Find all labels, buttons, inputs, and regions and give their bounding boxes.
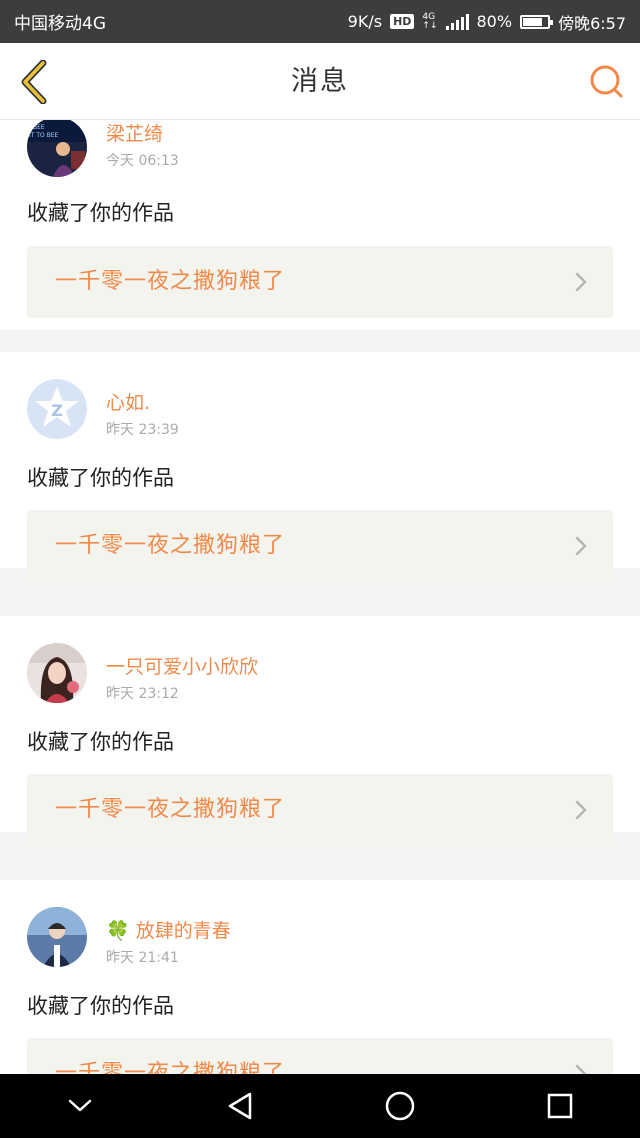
svg-text:IT TO BEE: IT TO BEE	[29, 132, 59, 139]
action-text: 收藏了你的作品	[27, 994, 174, 1018]
home-nav-button[interactable]	[370, 1074, 430, 1138]
circle-home-icon	[385, 1091, 415, 1121]
avatar-photo-dark: BEE IT TO BEE	[27, 120, 87, 177]
signal-icon	[445, 13, 469, 30]
timestamp: 昨天 23:12	[106, 686, 179, 702]
search-icon	[590, 65, 623, 98]
action-text: 收藏了你的作品	[27, 466, 174, 490]
action-text: 收藏了你的作品	[27, 201, 174, 225]
message-card[interactable]: BEE IT TO BEE 梁芷绮 今天 06:13 收藏了你的作品 一千零一夜…	[0, 120, 640, 330]
username[interactable]: 一只可爱小小欣欣	[106, 652, 258, 679]
status-indicators: 9K/s HD 4G ↑↓ 80% 傍晚6:57	[348, 10, 626, 34]
status-bar: 中国移动4G 9K/s HD 4G ↑↓ 80% 傍晚6:57	[0, 0, 640, 43]
system-nav-bar	[0, 1074, 640, 1138]
hd-icon: HD	[390, 14, 415, 29]
message-card[interactable]: Z 心如. 昨天 23:39 收藏了你的作品 一千零一夜之撒狗粮了	[0, 352, 640, 582]
chevron-right-icon	[575, 1064, 587, 1074]
svg-text:Z: Z	[51, 401, 63, 420]
clock: 傍晚6:57	[558, 13, 626, 33]
work-title: 一千零一夜之撒狗粮了	[55, 797, 286, 822]
recents-nav-button[interactable]	[530, 1074, 590, 1138]
message-card[interactable]: 一只可爱小小欣欣 昨天 23:12 收藏了你的作品 一千零一夜之撒狗粮了	[0, 616, 640, 846]
work-link[interactable]: 一千零一夜之撒狗粮了	[27, 510, 613, 582]
battery-icon	[520, 14, 554, 29]
timestamp: 昨天 23:39	[106, 422, 179, 438]
work-title: 一千零一夜之撒狗粮了	[55, 269, 286, 294]
username[interactable]: 心如.	[106, 388, 150, 415]
work-link[interactable]: 一千零一夜之撒狗粮了	[27, 1038, 613, 1074]
work-title: 一千零一夜之撒狗粮了	[55, 533, 286, 558]
work-link[interactable]: 一千零一夜之撒狗粮了	[27, 774, 613, 846]
hide-keyboard-button[interactable]	[50, 1074, 110, 1138]
chevron-down-icon	[68, 1099, 92, 1112]
timestamp: 今天 06:13	[106, 153, 179, 169]
message-list: BEE IT TO BEE 梁芷绮 今天 06:13 收藏了你的作品 一千零一夜…	[0, 120, 640, 1074]
avatar[interactable]: Z	[27, 379, 87, 439]
back-nav-button[interactable]	[210, 1074, 270, 1138]
triangle-back-icon	[228, 1092, 252, 1120]
avatar[interactable]	[27, 643, 87, 703]
square-recents-icon	[547, 1093, 573, 1119]
message-card[interactable]: 🍀 放肆的青春 昨天 21:41 收藏了你的作品 一千零一夜之撒狗粮了	[0, 880, 640, 1074]
avatar[interactable]: BEE IT TO BEE	[27, 120, 87, 177]
carrier-label: 中国移动4G	[14, 14, 106, 34]
work-title: 一千零一夜之撒狗粮了	[55, 1061, 286, 1074]
work-link[interactable]: 一千零一夜之撒狗粮了	[27, 246, 613, 318]
battery-percent: 80%	[476, 12, 513, 31]
username[interactable]: 梁芷绮	[106, 120, 163, 146]
chevron-right-icon	[575, 800, 587, 820]
net-speed: 9K/s	[347, 12, 383, 31]
nav-bar: 消息	[0, 43, 640, 120]
avatar-photo-girl	[27, 643, 87, 703]
avatar-photo-boy	[27, 907, 87, 967]
timestamp: 昨天 21:41	[106, 950, 179, 966]
svg-text:BEE: BEE	[33, 124, 45, 131]
username[interactable]: 🍀 放肆的青春	[106, 916, 231, 943]
chevron-right-icon	[575, 272, 587, 292]
page-title: 消息	[291, 66, 349, 97]
avatar-default-star: Z	[27, 379, 87, 439]
action-text: 收藏了你的作品	[27, 730, 174, 754]
network-icon: 4G ↑↓	[422, 11, 438, 31]
search-button[interactable]	[586, 61, 626, 101]
avatar[interactable]	[27, 907, 87, 967]
chevron-right-icon	[575, 536, 587, 556]
